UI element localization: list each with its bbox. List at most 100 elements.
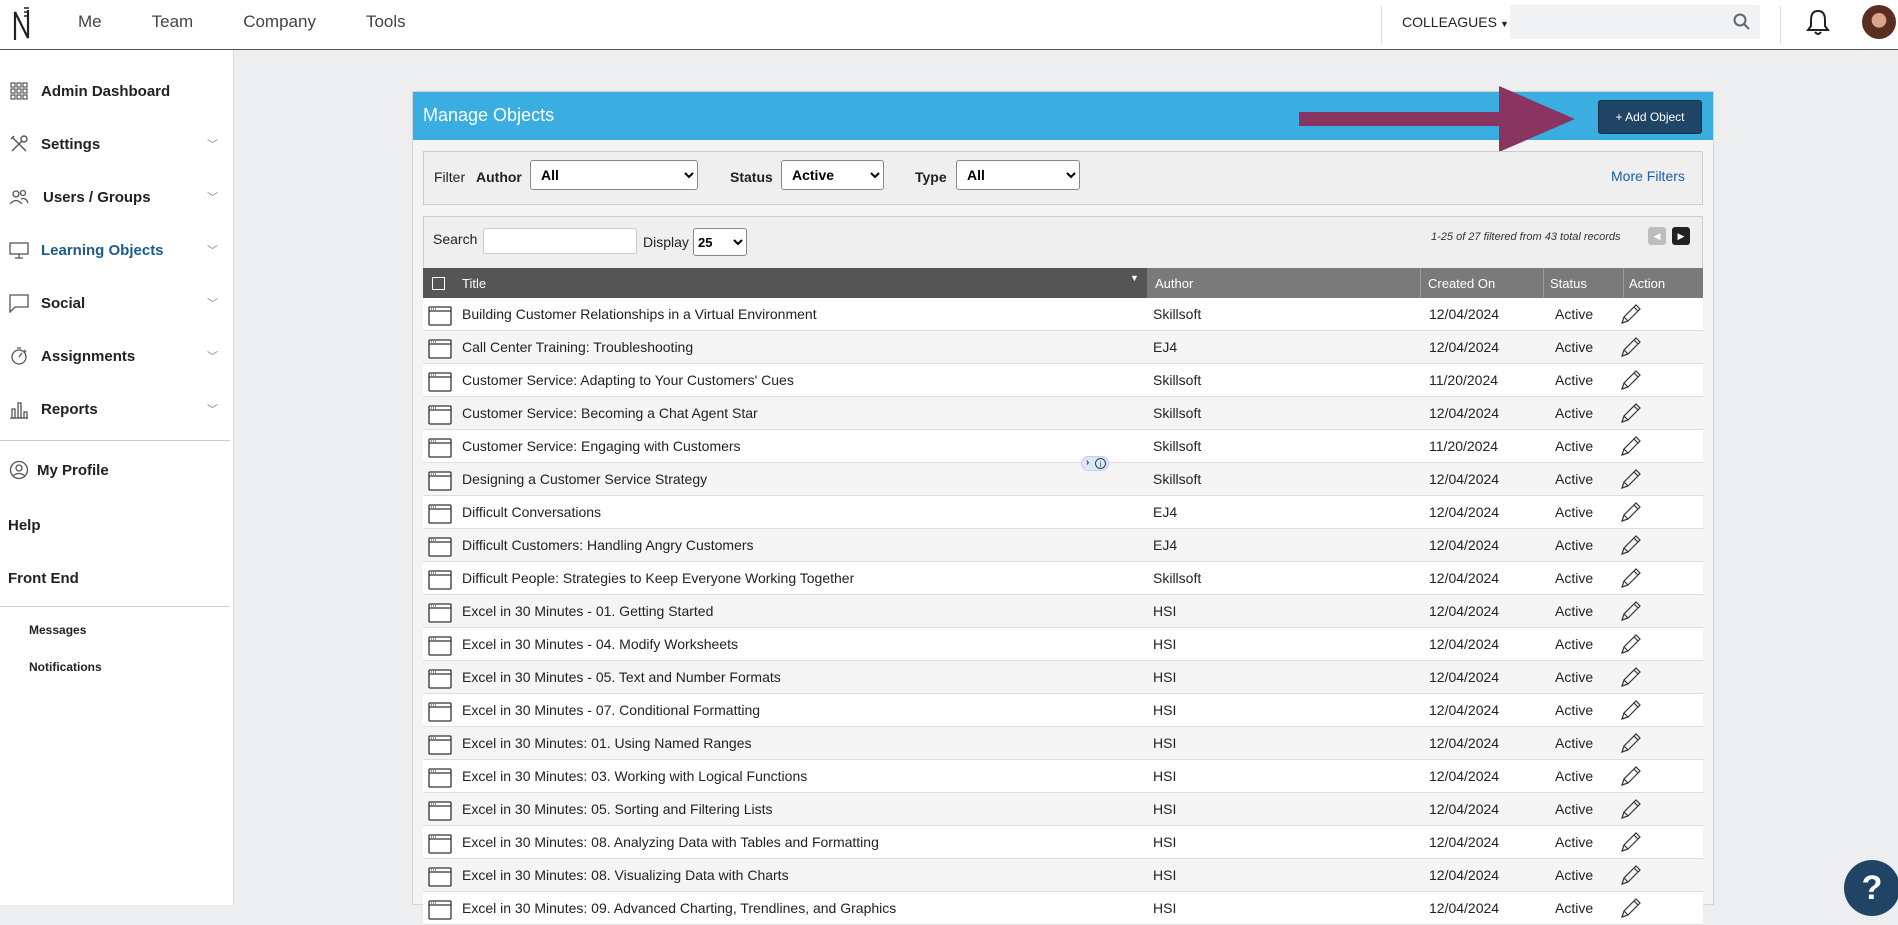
table-row[interactable]: Excel in 30 Minutes - 01. Getting Starte… <box>423 595 1703 628</box>
status-select[interactable]: Active <box>781 160 884 190</box>
add-object-button[interactable]: + Add Object <box>1598 100 1702 134</box>
sidebar-item-notifications[interactable]: Notifications <box>29 660 102 674</box>
col-created-on[interactable]: Created On <box>1428 276 1495 291</box>
sort-desc-icon[interactable]: ▼ <box>1130 273 1139 283</box>
edit-pencil-icon[interactable] <box>1619 830 1643 854</box>
sidebar-item-social[interactable]: Social ﹀ <box>0 283 230 323</box>
nav-me[interactable]: Me <box>78 12 102 32</box>
more-filters-link[interactable]: More Filters <box>1611 168 1685 184</box>
prev-page-icon[interactable]: ◀ <box>1648 227 1666 245</box>
table-row[interactable]: Excel in 30 Minutes: 05. Sorting and Fil… <box>423 793 1703 826</box>
row-title[interactable]: Designing a Customer Service Strategy <box>462 471 707 487</box>
row-author: Skillsoft <box>1153 438 1202 454</box>
help-button[interactable]: ? <box>1844 860 1898 916</box>
row-title[interactable]: Excel in 30 Minutes - 07. Conditional Fo… <box>462 702 760 718</box>
row-title[interactable]: Excel in 30 Minutes - 04. Modify Workshe… <box>462 636 738 652</box>
col-title[interactable]: Title <box>462 276 486 291</box>
edit-pencil-icon[interactable] <box>1619 368 1643 392</box>
row-title[interactable]: Customer Service: Becoming a Chat Agent … <box>462 405 758 421</box>
table-row[interactable]: Excel in 30 Minutes: 09. Advanced Charti… <box>423 892 1703 925</box>
sidebar-item-assignments[interactable]: Assignments ﹀ <box>0 336 230 376</box>
next-page-icon[interactable]: ▶ <box>1672 227 1690 245</box>
sidebar-item-users-groups[interactable]: Users / Groups ﹀ <box>0 177 230 217</box>
nav-tools[interactable]: Tools <box>366 12 406 32</box>
select-all-checkbox[interactable] <box>432 277 445 290</box>
edit-pencil-icon[interactable] <box>1619 731 1643 755</box>
edit-pencil-icon[interactable] <box>1619 302 1643 326</box>
edit-pencil-icon[interactable] <box>1619 599 1643 623</box>
table-row[interactable]: Designing a Customer Service Strategy Ski… <box>423 463 1703 496</box>
sidebar-item-admin-dashboard[interactable]: Admin Dashboard <box>0 71 230 111</box>
col-author[interactable]: Author <box>1155 276 1193 291</box>
edit-pencil-icon[interactable] <box>1619 797 1643 821</box>
table-row[interactable]: Excel in 30 Minutes: 01. Using Named Ran… <box>423 727 1703 760</box>
row-title[interactable]: Excel in 30 Minutes - 01. Getting Starte… <box>462 603 713 619</box>
row-title[interactable]: Excel in 30 Minutes: 01. Using Named Ran… <box>462 735 751 751</box>
nav-team[interactable]: Team <box>152 12 194 32</box>
colleagues-dropdown[interactable]: COLLEAGUES ▼ <box>1402 14 1509 30</box>
global-search-input[interactable] <box>1510 5 1760 39</box>
table-row[interactable]: Difficult People: Strategies to Keep Eve… <box>423 562 1703 595</box>
row-title[interactable]: Excel in 30 Minutes: 09. Advanced Charti… <box>462 900 896 916</box>
row-title[interactable]: Call Center Training: Troubleshooting <box>462 339 693 355</box>
edit-pencil-icon[interactable] <box>1619 764 1643 788</box>
edit-pencil-icon[interactable] <box>1619 434 1643 458</box>
row-status: Active <box>1555 702 1594 718</box>
sidebar-item-messages[interactable]: Messages <box>29 623 86 637</box>
table-row[interactable]: Building Customer Relationships in a Vir… <box>423 298 1703 331</box>
row-title[interactable]: Building Customer Relationships in a Vir… <box>462 306 817 322</box>
table-row[interactable]: Customer Service: Becoming a Chat Agent … <box>423 397 1703 430</box>
row-title[interactable]: Excel in 30 Minutes: 08. Visualizing Dat… <box>462 867 789 883</box>
row-title[interactable]: Excel in 30 Minutes: 05. Sorting and Fil… <box>462 801 773 817</box>
table-search-input[interactable] <box>483 228 637 254</box>
table-row[interactable]: Excel in 30 Minutes - 07. Conditional Fo… <box>423 694 1703 727</box>
edit-pencil-icon[interactable] <box>1619 533 1643 557</box>
sidebar-item-reports[interactable]: Reports ﹀ <box>0 389 230 429</box>
sidebar-item-learning-objects[interactable]: Learning Objects ﹀ <box>0 230 230 270</box>
display-count-select[interactable]: 25 <box>693 228 747 256</box>
bell-icon[interactable] <box>1805 8 1831 36</box>
sidebar-item-settings[interactable]: Settings ﹀ <box>0 124 230 164</box>
table-row[interactable]: Excel in 30 Minutes: 08. Visualizing Dat… <box>423 859 1703 892</box>
row-title[interactable]: Customer Service: Engaging with Customer… <box>462 438 741 454</box>
logo-icon[interactable] <box>10 4 34 44</box>
edit-pencil-icon[interactable] <box>1619 500 1643 524</box>
edit-pencil-icon[interactable] <box>1619 566 1643 590</box>
sidebar-item-front-end[interactable]: Front End <box>8 570 79 587</box>
row-title[interactable]: Difficult People: Strategies to Keep Eve… <box>462 570 854 586</box>
divider <box>1543 268 1544 298</box>
sidebar-item-help[interactable]: Help <box>8 517 41 534</box>
table-row[interactable]: Excel in 30 Minutes: 03. Working with Lo… <box>423 760 1703 793</box>
edit-pencil-icon[interactable] <box>1619 896 1643 920</box>
edit-pencil-icon[interactable] <box>1619 401 1643 425</box>
table-row[interactable]: Excel in 30 Minutes: 08. Analyzing Data … <box>423 826 1703 859</box>
window-icon <box>428 438 452 458</box>
table-row[interactable]: Excel in 30 Minutes - 05. Text and Numbe… <box>423 661 1703 694</box>
col-status[interactable]: Status <box>1550 276 1587 291</box>
table-row[interactable]: Customer Service: Adapting to Your Custo… <box>423 364 1703 397</box>
row-title[interactable]: Excel in 30 Minutes: 08. Analyzing Data … <box>462 834 879 850</box>
table-row[interactable]: Difficult Conversations EJ4 12/04/2024 Acti… <box>423 496 1703 529</box>
edit-pencil-icon[interactable] <box>1619 698 1643 722</box>
row-title[interactable]: Difficult Conversations <box>462 504 601 520</box>
edit-pencil-icon[interactable] <box>1619 632 1643 656</box>
info-toggle[interactable]: › i <box>1081 456 1109 471</box>
edit-pencil-icon[interactable] <box>1619 467 1643 491</box>
table-row[interactable]: Customer Service: Engaging with Customer… <box>423 430 1703 463</box>
avatar[interactable] <box>1862 5 1896 39</box>
edit-pencil-icon[interactable] <box>1619 335 1643 359</box>
row-title[interactable]: Excel in 30 Minutes - 05. Text and Numbe… <box>462 669 781 685</box>
row-title[interactable]: Excel in 30 Minutes: 03. Working with Lo… <box>462 768 807 784</box>
search-icon[interactable] <box>1733 13 1750 30</box>
type-select[interactable]: All <box>956 160 1080 190</box>
author-select[interactable]: All <box>530 160 698 190</box>
row-title[interactable]: Customer Service: Adapting to Your Custo… <box>462 372 794 388</box>
table-row[interactable]: Excel in 30 Minutes - 04. Modify Workshe… <box>423 628 1703 661</box>
table-row[interactable]: Call Center Training: Troubleshooting EJ4… <box>423 331 1703 364</box>
edit-pencil-icon[interactable] <box>1619 665 1643 689</box>
edit-pencil-icon[interactable] <box>1619 863 1643 887</box>
nav-company[interactable]: Company <box>243 12 316 32</box>
row-title[interactable]: Difficult Customers: Handling Angry Cust… <box>462 537 754 553</box>
sidebar-item-my-profile[interactable]: My Profile <box>0 450 230 490</box>
table-row[interactable]: Difficult Customers: Handling Angry Cust… <box>423 529 1703 562</box>
